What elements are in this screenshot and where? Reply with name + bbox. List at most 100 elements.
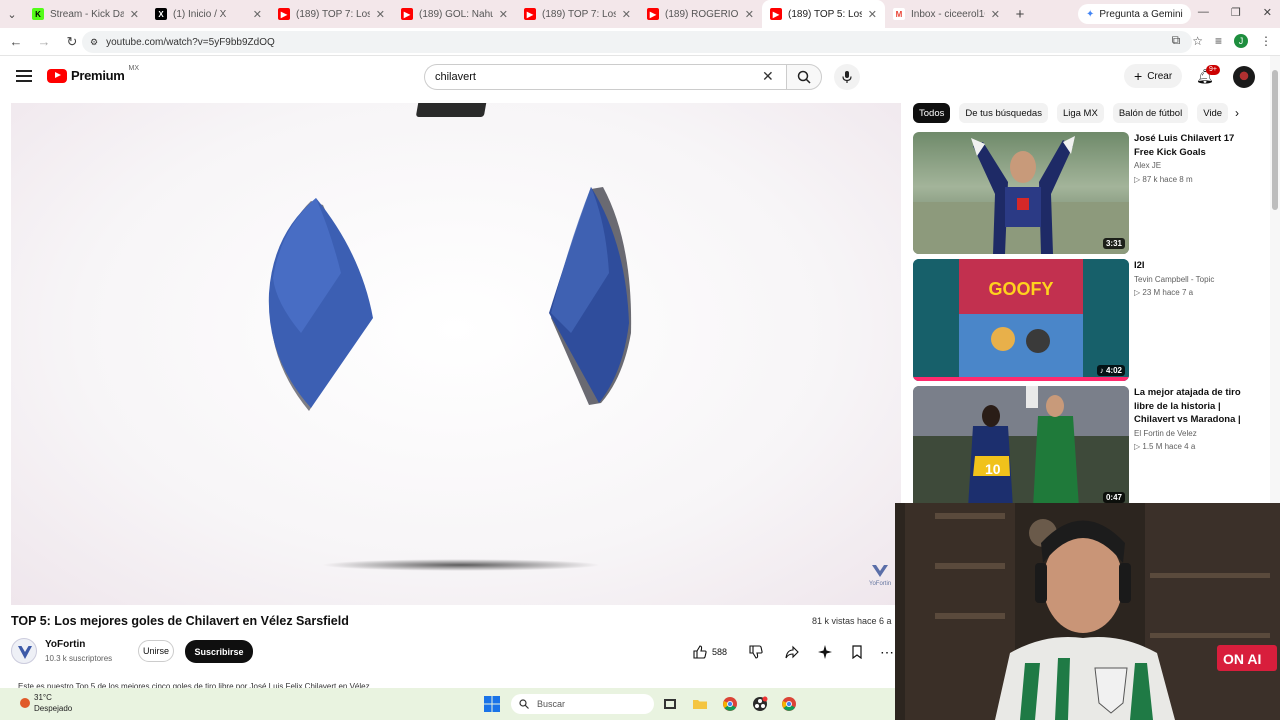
filter-chip[interactable]: De tus búsquedas	[959, 103, 1048, 123]
channel-logo-icon	[18, 646, 32, 659]
youtube-play-icon	[47, 68, 67, 83]
video-thumbnail[interactable]: 10 0:47	[913, 386, 1129, 508]
search-button[interactable]	[786, 64, 822, 90]
recommendation-item[interactable]: 10 0:47 La mejor atajada de tiro libre d…	[913, 386, 1253, 508]
site-info-icon[interactable]: ⚙	[90, 37, 98, 48]
join-button[interactable]: Unirse	[138, 640, 174, 662]
browser-menu-icon[interactable]: ⋮	[1260, 34, 1272, 48]
search-input[interactable]: chilavert	[424, 64, 786, 90]
bookmark-star-icon[interactable]: ☆	[1192, 34, 1203, 48]
recommendation-title[interactable]: La mejor atajada de tiro libre de la his…	[1134, 386, 1254, 426]
maximize-icon[interactable]: ❐	[1231, 6, 1241, 19]
temperature: 31°C	[34, 693, 52, 702]
clear-search-icon[interactable]: ✕	[762, 68, 774, 85]
video-player[interactable]: YoFortin	[11, 103, 901, 605]
channel-avatar[interactable]	[11, 638, 37, 664]
tab-search-chevron-icon[interactable]: ⌄	[0, 8, 24, 21]
gemini-icon: ✦	[1086, 8, 1095, 20]
chevron-right-icon[interactable]: ›	[1235, 106, 1239, 120]
bookmark-icon	[852, 645, 862, 659]
recommendation-title[interactable]: I2I	[1134, 259, 1254, 273]
create-button[interactable]: + Crear	[1124, 64, 1183, 88]
video-thumbnail[interactable]: 3:31	[913, 132, 1129, 254]
gemini-button[interactable]: ✦ Pregunta a Gemini	[1078, 4, 1191, 24]
subscribe-button[interactable]: Suscribirse	[185, 640, 253, 663]
video-duration: 3:31	[1102, 238, 1125, 249]
close-tab-icon[interactable]: ✕	[499, 8, 508, 21]
close-tab-icon[interactable]: ✕	[622, 8, 631, 21]
browser-tab[interactable]: K Stream - Kick Dashbo ✕	[24, 0, 147, 28]
close-window-icon[interactable]: ✕	[1263, 6, 1272, 19]
channel-name[interactable]: YoFortin	[45, 639, 85, 650]
scrollbar-thumb[interactable]	[1272, 70, 1278, 210]
create-label: Crear	[1147, 70, 1173, 82]
ask-ai-button[interactable]	[813, 641, 837, 663]
recommendation-item[interactable]: GOOFY ♪ 4:02 I2I Tevin Campbell - Topic …	[913, 259, 1253, 381]
browser-tab[interactable]: X (1) Inicio / X ✕	[147, 0, 270, 28]
page-scrollbar[interactable]	[1270, 56, 1280, 506]
taskbar-search-box[interactable]: Buscar	[511, 694, 654, 714]
toolbar-icons: ⧉ ☆ ≡ J ⋮	[1172, 33, 1272, 48]
filter-chip[interactable]: Balón de fútbol	[1112, 103, 1189, 123]
minimize-icon[interactable]: —	[1198, 6, 1209, 19]
svg-text:GOOFY: GOOFY	[988, 279, 1053, 299]
account-avatar[interactable]	[1233, 66, 1255, 88]
browser-tab[interactable]: ▶ (189) TOP 7: Los MEJ ✕	[270, 0, 393, 28]
save-button[interactable]	[846, 641, 868, 663]
voice-search-button[interactable]	[834, 64, 860, 90]
subscriber-count: 10.3 k suscriptores	[45, 654, 113, 663]
profile-avatar[interactable]: J	[1234, 33, 1248, 48]
youtube-logo[interactable]: Premium MX	[47, 65, 139, 83]
recommendation-item[interactable]: 3:31 José Luis Chilavert 17 Free Kick Go…	[913, 132, 1253, 254]
browser-tab[interactable]: ▶ (189) ROGÉRIO CENI ✕	[639, 0, 762, 28]
notification-badge: 9+	[1206, 65, 1220, 75]
close-tab-icon[interactable]: ✕	[991, 8, 1000, 21]
close-tab-icon[interactable]: ✕	[868, 8, 877, 21]
forward-icon[interactable]: →	[32, 34, 56, 49]
filter-chip[interactable]: Vide	[1197, 103, 1229, 123]
windows-start-icon[interactable]	[484, 696, 500, 712]
browser-tab-label: (189) TOP 7: Los MEJ	[296, 8, 370, 20]
more-horizontal-icon: ⋯	[880, 643, 894, 660]
obs-icon[interactable]	[752, 696, 768, 712]
browser-tab[interactable]: M Inbox - ciceerol10@ ✕	[885, 0, 1008, 28]
close-tab-icon[interactable]: ✕	[745, 8, 754, 21]
browser-tab[interactable]: ▶ (189) GOL: Nahuel G ✕	[393, 0, 516, 28]
filter-chip[interactable]: Todos	[913, 103, 951, 123]
chrome-active-icon[interactable]	[781, 696, 797, 712]
chrome-icon[interactable]	[722, 696, 738, 712]
recommendation-stats: ▷ 87 k hace 8 m	[1134, 175, 1193, 184]
share-button[interactable]	[780, 641, 804, 663]
video-title: TOP 5: Los mejores goles de Chilavert en…	[11, 614, 349, 628]
recommendation-channel[interactable]: Alex JE	[1134, 161, 1161, 170]
sparkle-icon	[818, 645, 832, 659]
back-icon[interactable]: ←	[4, 34, 28, 49]
weather-widget[interactable]: 31°C Despejado	[20, 692, 72, 714]
like-button[interactable]: 588	[684, 641, 736, 663]
browser-tab[interactable]: ▶ (189) TOP 7: Los MEJ ✕	[516, 0, 639, 28]
filter-chip[interactable]: Liga MX	[1056, 103, 1104, 123]
reload-icon[interactable]: ↻	[60, 34, 84, 50]
browser-tab[interactable]: ▶ (189) TOP 5: Los mej ✕	[762, 0, 885, 28]
close-tab-icon[interactable]: ✕	[130, 8, 139, 21]
close-tab-icon[interactable]: ✕	[253, 8, 262, 21]
video-thumbnail[interactable]: GOOFY ♪ 4:02	[913, 259, 1129, 381]
reading-list-icon[interactable]: ≡	[1215, 34, 1222, 48]
hamburger-menu-icon[interactable]	[16, 70, 32, 82]
youtube-icon: ▶	[401, 8, 413, 20]
close-tab-icon[interactable]: ✕	[376, 8, 385, 21]
recommendation-title[interactable]: José Luis Chilavert 17 Free Kick Goals	[1134, 132, 1254, 159]
address-bar[interactable]: ⚙ youtube.com/watch?v=5yF9bb9ZdOQ	[82, 31, 1192, 53]
file-explorer-icon[interactable]	[692, 696, 708, 712]
new-tab-button[interactable]: +	[1008, 6, 1032, 23]
search-value: chilavert	[435, 71, 476, 83]
more-actions-button[interactable]: ⋯	[878, 641, 896, 663]
cast-icon[interactable]: ⧉	[1172, 33, 1181, 48]
dislike-button[interactable]	[744, 641, 768, 663]
sun-icon	[20, 698, 30, 708]
task-view-icon[interactable]	[662, 696, 678, 712]
channel-watermark[interactable]: YoFortin	[869, 563, 891, 587]
recommendation-channel[interactable]: El Fortin de Velez	[1134, 429, 1197, 438]
browser-tab-label: (1) Inicio / X	[173, 8, 227, 20]
recommendation-channel[interactable]: Tevin Campbell - Topic	[1134, 275, 1214, 284]
